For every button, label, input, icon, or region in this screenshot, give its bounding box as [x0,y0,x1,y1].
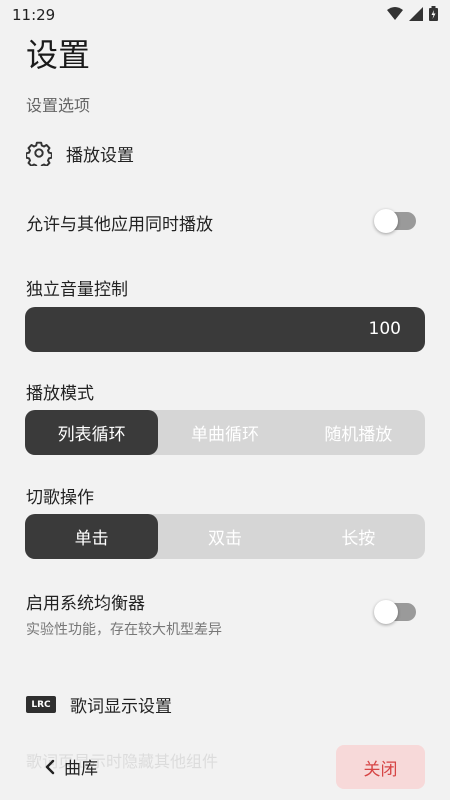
switch-operation-selector: 单击 双击 长按 [25,514,425,559]
switch-operation-label: 切歌操作 [26,488,94,508]
toggle-knob [374,600,398,624]
play-mode-single-loop[interactable]: 单曲循环 [158,410,291,455]
status-time: 11:29 [12,6,56,24]
page-title: 设置 [26,36,91,74]
battery-icon [429,6,438,21]
section-playback-label: 播放设置 [66,145,134,166]
switch-long-press[interactable]: 长按 [292,514,425,559]
volume-value: 100 [368,319,401,339]
section-lyrics-label: 歌词显示设置 [70,697,172,717]
signal-icon [409,6,423,21]
status-icons [387,6,438,21]
status-bar: 11:29 [0,0,450,30]
wifi-icon [387,6,403,20]
system-equalizer-label: 启用系统均衡器 [26,594,145,614]
toggle-knob [374,209,398,233]
system-equalizer-toggle[interactable] [374,600,416,624]
chevron-left-icon [45,759,55,774]
play-mode-list-loop[interactable]: 列表循环 [25,410,159,455]
play-mode-selector: 列表循环 单曲循环 随机播放 [25,410,425,455]
play-mode-label: 播放模式 [26,384,94,404]
lrc-icon: LRC [26,696,56,713]
settings-subheader: 设置选项 [26,96,91,115]
close-button[interactable]: 关闭 [336,745,425,789]
allow-simultaneous-toggle[interactable] [374,209,416,233]
allow-simultaneous-label: 允许与其他应用同时播放 [26,215,213,235]
gear-icon [26,141,52,166]
play-mode-shuffle[interactable]: 随机播放 [292,410,425,455]
back-label: 曲库 [64,759,98,779]
volume-slider[interactable]: 100 [25,307,425,352]
switch-single-tap[interactable]: 单击 [25,514,159,559]
back-to-library-button[interactable]: 曲库 [44,754,98,779]
section-lyrics-settings: LRC 歌词显示设置 [26,692,172,717]
system-equalizer-description: 实验性功能，存在较大机型差异 [26,622,222,638]
section-playback-settings: 播放设置 [26,140,134,166]
switch-double-tap[interactable]: 双击 [158,514,291,559]
independent-volume-label: 独立音量控制 [26,280,128,300]
